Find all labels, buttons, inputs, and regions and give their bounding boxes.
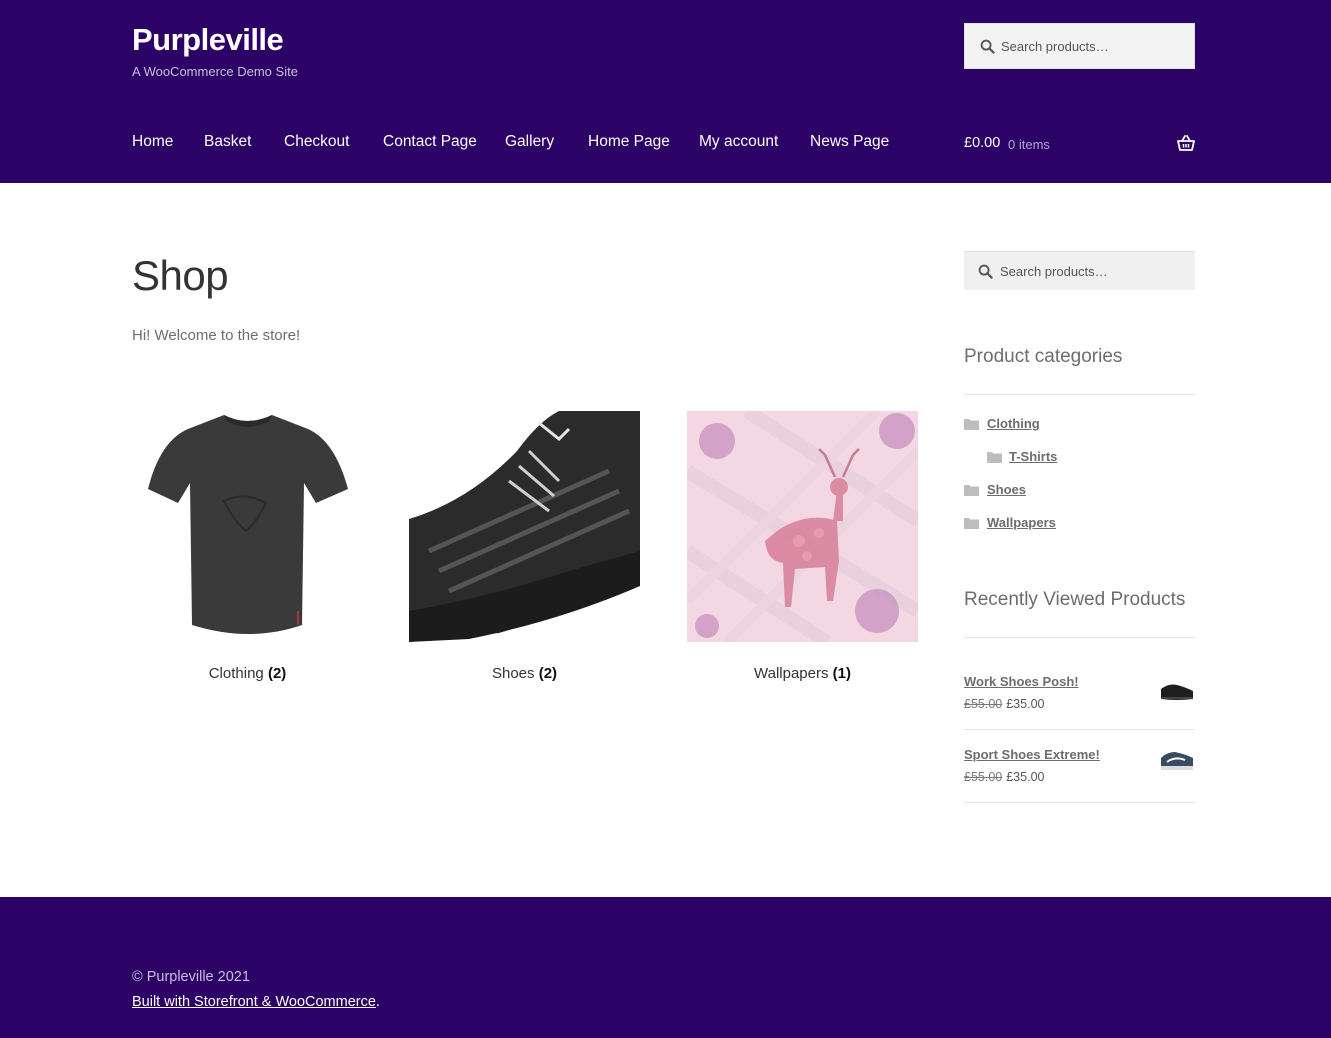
category-card-shoes[interactable]: Shoes (2) — [409, 411, 640, 682]
cart-count: 0 items — [1008, 137, 1050, 152]
divider — [964, 637, 1195, 638]
site-footer: © Purpleville 2021 Built with Storefront… — [0, 897, 1331, 1038]
folder-icon — [964, 518, 979, 529]
folder-icon — [964, 485, 979, 496]
recently-viewed-title: Recently Viewed Products — [964, 589, 1186, 610]
recent-product-name[interactable]: Work Shoes Posh! — [964, 674, 1079, 689]
divider — [964, 394, 1195, 395]
category-name: Wallpapers — [754, 665, 829, 682]
copyright-text: © Purpleville 2021 — [132, 969, 250, 985]
category-name: Clothing — [208, 665, 264, 682]
nav-gallery[interactable]: Gallery — [505, 133, 554, 151]
recent-product-price: £55.00 £35.00 — [964, 770, 1044, 784]
category-count: 2 — [272, 665, 282, 682]
search-icon — [978, 264, 993, 279]
site-header: Purpleville A WooCommerce Demo Site Sear… — [0, 0, 1331, 183]
sidebar-category-shoes[interactable]: Shoes — [987, 482, 1026, 497]
nav-home-page[interactable]: Home Page — [588, 133, 670, 151]
nav-checkout[interactable]: Checkout — [284, 133, 349, 151]
site-title[interactable]: Purpleville — [132, 22, 284, 58]
tshirt-image — [132, 411, 363, 642]
category-card-wallpapers[interactable]: Wallpapers (1) — [687, 411, 918, 682]
sport-shoe-thumbnail[interactable] — [1159, 746, 1195, 774]
nav-my-account[interactable]: My account — [699, 133, 778, 151]
category-label-wallpapers: Wallpapers (1) — [754, 665, 851, 682]
nav-basket[interactable]: Basket — [204, 133, 251, 151]
basket-icon — [1177, 135, 1195, 151]
header-search-input[interactable]: Search products… — [964, 23, 1195, 69]
category-label-shoes: Shoes (2) — [491, 665, 558, 682]
storefront-link[interactable]: Built with Storefront & WooCommerce — [132, 994, 376, 1010]
category-label-clothing: Clothing (2) — [208, 665, 287, 682]
site-tagline: A WooCommerce Demo Site — [132, 64, 298, 79]
period: . — [375, 994, 380, 1010]
product-categories-title: Product categories — [964, 346, 1123, 367]
nav-home[interactable]: Home — [132, 133, 173, 151]
sidebar-category-clothing[interactable]: Clothing — [987, 416, 1040, 431]
work-shoe-thumbnail[interactable] — [1159, 677, 1195, 705]
category-card-clothing[interactable]: Clothing (2) — [132, 411, 363, 682]
folder-icon — [964, 419, 979, 430]
page-title: Shop — [132, 252, 229, 299]
folder-icon — [987, 452, 1002, 463]
category-count: 1 — [837, 665, 846, 682]
category-count: 2 — [543, 665, 553, 682]
old-price: £55.00 — [964, 770, 1003, 784]
recent-product-item: Sport Shoes Extreme! £55.00 £35.00 — [964, 730, 1195, 803]
sidebar-category-wallpapers[interactable]: Wallpapers — [987, 515, 1056, 530]
sidebar-search-input[interactable]: Search products… — [964, 251, 1195, 290]
built-with: Built with Storefront & WooCommerce. — [132, 994, 380, 1010]
search-placeholder: Search products… — [1001, 39, 1109, 54]
recent-product-name[interactable]: Sport Shoes Extreme! — [964, 747, 1100, 762]
cart-amount: £0.00 — [964, 135, 1001, 151]
recent-product-item: Work Shoes Posh! £55.00 £35.00 — [964, 657, 1195, 730]
sale-price: £35.00 — [1006, 770, 1045, 784]
shoe-image — [409, 411, 640, 642]
header-cart[interactable]: £0.00 0 items — [964, 134, 1195, 154]
nav-news-page[interactable]: News Page — [810, 133, 889, 151]
search-placeholder: Search products… — [1000, 264, 1108, 279]
recent-product-price: £55.00 £35.00 — [964, 697, 1044, 711]
welcome-text: Hi! Welcome to the store! — [132, 327, 301, 344]
nav-contact-page[interactable]: Contact Page — [383, 133, 477, 151]
wallpaper-image — [687, 411, 918, 642]
sidebar-category-tshirts[interactable]: T-Shirts — [1009, 449, 1057, 464]
old-price: £55.00 — [964, 697, 1003, 711]
category-name: Shoes — [491, 665, 535, 682]
sale-price: £35.00 — [1006, 697, 1045, 711]
search-icon — [980, 39, 995, 54]
